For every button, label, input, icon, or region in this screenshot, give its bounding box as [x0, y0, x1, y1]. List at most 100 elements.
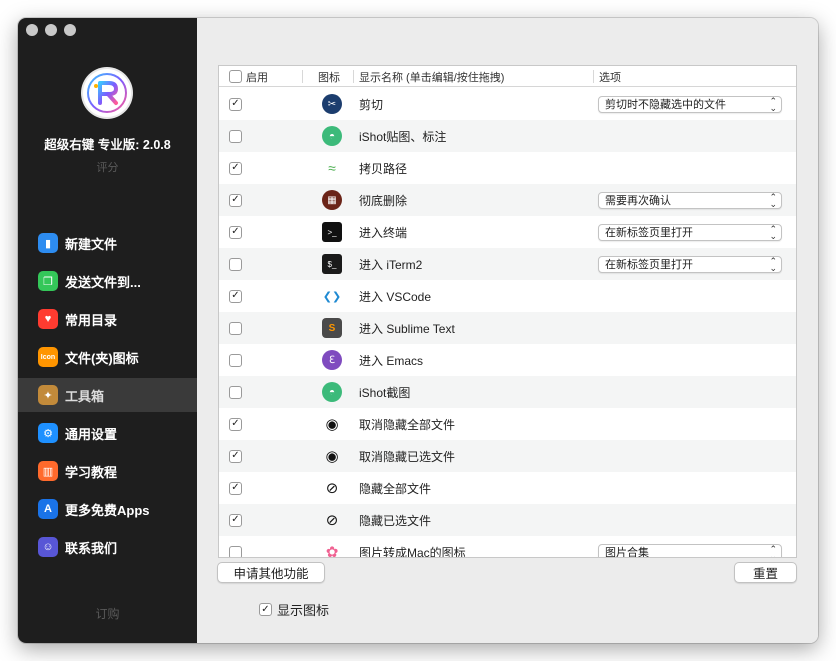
enable-checkbox[interactable]	[229, 513, 242, 527]
sidebar-item-label: 常用目录	[65, 312, 118, 328]
table-row[interactable]: S 进入 Sublime Text	[219, 312, 796, 344]
table-row[interactable]: $_ 进入 iTerm2 在新标签页里打开 ⌃ ⌄	[219, 248, 796, 280]
tool-name[interactable]: 进入 VSCode	[359, 288, 431, 305]
request-feature-button[interactable]: 申请其他功能	[217, 562, 325, 583]
show-icon-checkbox[interactable]: ✓	[259, 603, 272, 616]
enable-checkbox[interactable]	[229, 129, 242, 143]
option-select-value: 剪切时不隐藏选中的文件	[605, 99, 726, 111]
option-select[interactable]: 在新标签页里打开 ⌃ ⌄	[598, 223, 782, 241]
ishot-screenshot-icon: ◓	[322, 382, 342, 402]
enable-checkbox[interactable]	[229, 481, 242, 495]
select-all-checkbox[interactable]	[229, 70, 242, 83]
sidebar: 超级右键 专业版: 2.0.8 评分 ▮ 新建文件 ❐ 发送文件到... ♥ 常用目录 Ic…	[18, 18, 197, 643]
enable-checkbox[interactable]	[229, 353, 242, 367]
updown-chevron-icon: ⌃ ⌄	[769, 255, 777, 273]
tool-name[interactable]: 拷贝路径	[359, 160, 407, 177]
tool-name[interactable]: 取消隐藏已选文件	[359, 448, 455, 465]
header-icon[interactable]: 图标	[318, 66, 340, 87]
enable-checkbox[interactable]	[229, 257, 242, 271]
tool-name[interactable]: 取消隐藏全部文件	[359, 416, 455, 433]
enable-checkbox[interactable]	[229, 193, 242, 207]
enable-checkbox[interactable]	[229, 417, 242, 431]
sidebar-item[interactable]: ✦ 工具箱	[18, 378, 197, 412]
sidebar-item[interactable]: ☺ 联系我们	[18, 530, 197, 564]
header-enabled[interactable]: 启用	[229, 66, 268, 87]
sidebar-item[interactable]: ❐ 发送文件到...	[18, 264, 197, 298]
tool-name[interactable]: 隐藏全部文件	[359, 480, 431, 497]
enable-checkbox[interactable]	[229, 545, 242, 557]
table-row[interactable]: ℇ 进入 Emacs	[219, 344, 796, 376]
enable-checkbox[interactable]	[229, 321, 242, 335]
close-window-button[interactable]	[26, 24, 38, 36]
sidebar-item[interactable]: A 更多免费Apps	[18, 492, 197, 526]
table-row[interactable]: ▦ 彻底删除 需要再次确认 ⌃⌄	[219, 184, 796, 216]
table-row[interactable]: ⊘ 隐藏已选文件	[219, 504, 796, 536]
table-row[interactable]: ◉ 取消隐藏全部文件	[219, 408, 796, 440]
table-row[interactable]: ✂ 剪切 剪切时不隐藏选中的文件 ⌃⌄	[219, 88, 796, 120]
send-file-icon: ❐	[38, 271, 58, 291]
sidebar-item-label: 发送文件到...	[65, 274, 141, 290]
option-select[interactable]: 需要再次确认 ⌃ ⌄	[598, 191, 782, 209]
tool-name[interactable]: iShot截图	[359, 384, 410, 401]
table-row[interactable]: ◓ iShot截图	[219, 376, 796, 408]
minimize-window-button[interactable]	[45, 24, 57, 36]
window-controls	[26, 24, 76, 36]
tool-name[interactable]: 图片转成Mac的图标	[359, 544, 466, 558]
header-name[interactable]: 显示名称 (单击编辑/按住拖拽)	[359, 66, 504, 87]
updown-chevron-icon: ⌃ ⌄	[769, 223, 777, 241]
tool-name[interactable]: 彻底删除	[359, 192, 407, 209]
header-options[interactable]: 选项	[599, 66, 621, 87]
enable-checkbox[interactable]	[229, 161, 242, 175]
tool-name[interactable]: 剪切	[359, 96, 383, 113]
enable-checkbox[interactable]	[229, 97, 242, 111]
enable-checkbox[interactable]	[229, 385, 242, 399]
photos-icon: ✿	[325, 544, 339, 558]
option-select[interactable]: 在新标签页里打开 ⌃ ⌄	[598, 255, 782, 273]
updown-chevron-icon: ⌃ ⌄	[769, 543, 777, 558]
buy-link[interactable]: 订购	[18, 605, 197, 622]
table-row[interactable]: ≈ 拷贝路径	[219, 152, 796, 184]
tool-name[interactable]: iShot贴图、标注	[359, 128, 446, 145]
table-row[interactable]: >_ 进入终端 在新标签页里打开 ⌃⌄	[219, 216, 796, 248]
tool-name[interactable]: 进入终端	[359, 224, 407, 241]
eye-icon: ◉	[325, 416, 339, 433]
header-enabled-label: 启用	[246, 71, 268, 84]
new-file-icon: ▮	[38, 233, 58, 253]
sidebar-item-label: 工具箱	[65, 388, 105, 404]
reset-button[interactable]: 重置	[734, 562, 797, 583]
app-logo	[83, 69, 131, 117]
sidebar-item[interactable]: ⚙ 通用设置	[18, 416, 197, 450]
sidebar-item[interactable]: ▮ 新建文件	[18, 226, 197, 260]
table-row[interactable]: ⊘ 隐藏全部文件	[219, 472, 796, 504]
option-select[interactable]: 剪切时不隐藏选中的文件 ⌃ ⌄	[598, 95, 782, 113]
sidebar-nav: ▮ 新建文件 ❐ 发送文件到... ♥ 常用目录 Icon 文件(夹)图标 ✦ 工具箱 ⚙ 通用设置 ▥…	[18, 226, 197, 568]
table-row[interactable]: ◉ 取消隐藏已选文件	[219, 440, 796, 472]
table-row[interactable]: ◓ iShot贴图、标注	[219, 120, 796, 152]
sidebar-item[interactable]: ♥ 常用目录	[18, 302, 197, 336]
sidebar-item-label: 通用设置	[65, 426, 118, 442]
zoom-window-button[interactable]	[64, 24, 76, 36]
tool-name[interactable]: 进入 Sublime Text	[359, 320, 455, 337]
contacts-icon: ☺	[38, 537, 58, 557]
tool-name[interactable]: 进入 iTerm2	[359, 256, 422, 273]
show-icon-toggle[interactable]: ✓ 显示图标	[259, 600, 329, 619]
app-window: 超级右键 专业版: 2.0.8 评分 ▮ 新建文件 ❐ 发送文件到... ♥ 常用目录 Ic…	[18, 18, 818, 643]
sidebar-item[interactable]: Icon 文件(夹)图标	[18, 340, 197, 374]
enable-checkbox[interactable]	[229, 289, 242, 303]
tool-name[interactable]: 隐藏已选文件	[359, 512, 431, 529]
enable-checkbox[interactable]	[229, 225, 242, 239]
header-divider	[593, 70, 594, 83]
terminal-icon: >_	[322, 222, 342, 242]
app-logo-icon	[87, 73, 127, 113]
sidebar-item[interactable]: ▥ 学习教程	[18, 454, 197, 488]
enable-checkbox[interactable]	[229, 449, 242, 463]
option-select-value: 需要再次确认	[605, 195, 671, 207]
main-panel: 启用 图标 显示名称 (单击编辑/按住拖拽) 选项 ✂ 剪切 剪切时不隐藏选中的文件…	[197, 18, 818, 643]
table-row[interactable]: ❮❯ 进入 VSCode	[219, 280, 796, 312]
table-row[interactable]: ✿ 图片转成Mac的图标 图片合集 ⌃ ⌄	[219, 536, 796, 558]
tool-name[interactable]: 进入 Emacs	[359, 352, 423, 369]
table-header: 启用 图标 显示名称 (单击编辑/按住拖拽) 选项	[219, 66, 796, 87]
sidebar-item-label: 学习教程	[65, 464, 118, 480]
rate-link[interactable]: 评分	[18, 159, 197, 175]
option-select[interactable]: 图片合集 ⌃ ⌄	[598, 543, 782, 558]
